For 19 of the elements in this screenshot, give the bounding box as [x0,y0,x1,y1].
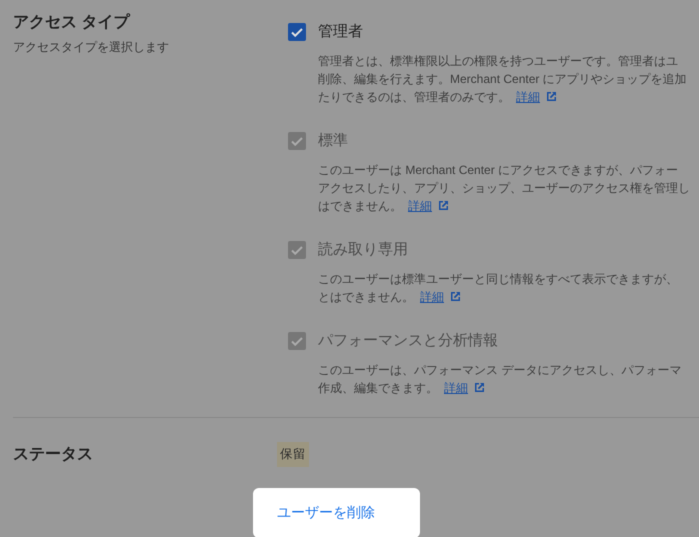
external-link-icon [474,382,485,393]
option-description: このユーザーは、パフォーマンス データにアクセスし、パフォーマ 作成、編集できます。 詳細 [318,362,682,397]
external-link-icon [438,200,449,211]
status-badge: 保留 [277,442,309,467]
section-title: ステータス [13,444,94,464]
delete-user-button[interactable]: ユーザーを削除 [253,488,420,537]
external-link-icon [546,91,557,102]
option-description: このユーザーは標準ユーザーと同じ情報をすべて表示できますが、 とはできません。 詳細 [318,271,678,306]
option-label: 標準 [318,132,349,150]
option-description: このユーザーは Merchant Center にアクセスできますが、パフォー アクセスしたり、アプリ、ショップ、ユーザーのアクセス権を管理し はできません。 詳細 [318,162,690,215]
external-link-icon [450,291,461,302]
details-link[interactable]: 詳細 [516,90,540,104]
option-label: 読み取り専用 [318,241,409,259]
option-description: 管理者とは、標準権限以上の権限を持つユーザーです。管理者はユ 削除、編集を行えます。Merchant Center にアプリやショップを追加 たりできるのは、管理者のみです。 詳細 [318,53,687,106]
checkbox[interactable] [288,23,306,41]
section-title: アクセス タイプ [13,13,132,33]
section-subtitle: アクセスタイプを選択します [13,39,170,56]
option-label: 管理者 [318,23,364,41]
option-label: パフォーマンスと分析情報 [318,332,499,350]
